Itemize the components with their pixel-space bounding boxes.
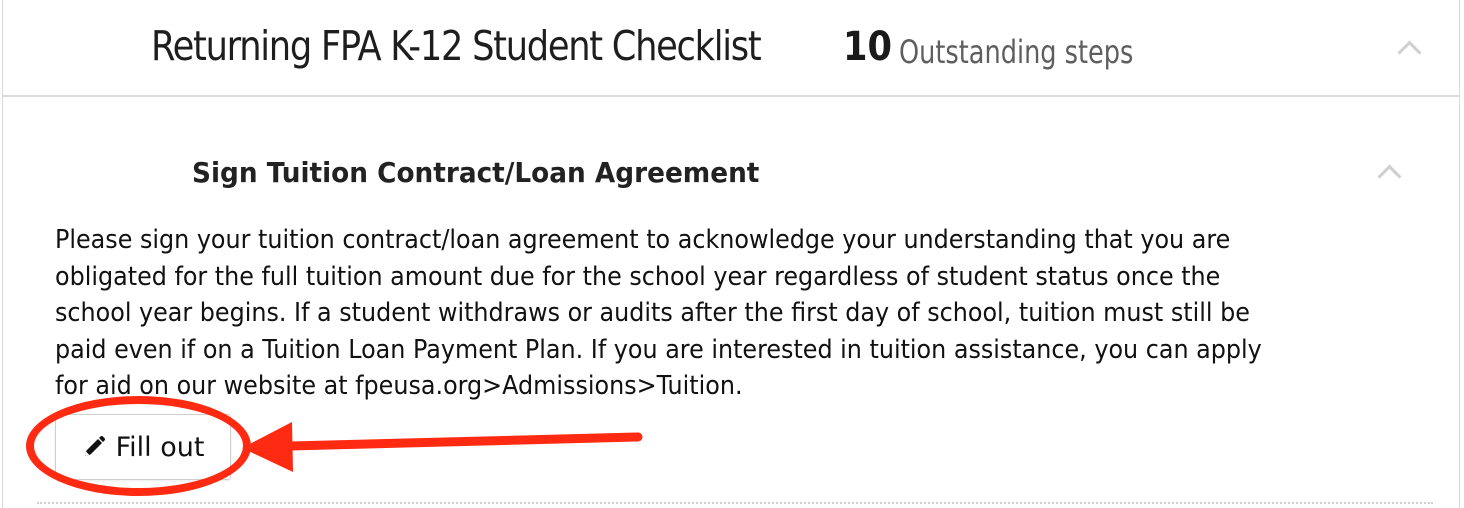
outstanding-label: Outstanding steps (899, 33, 1134, 71)
checklist-panel: Returning FPA K-12 Student Checklist 10 … (2, 0, 1460, 508)
pencil-icon (84, 435, 105, 456)
fill-out-button[interactable]: Fill out (55, 414, 231, 480)
step-description: Please sign your tuition contract/loan a… (55, 225, 1262, 401)
checklist-header[interactable]: Returning FPA K-12 Student Checklist 10 … (3, 0, 1459, 97)
chevron-up-icon[interactable] (1397, 40, 1422, 65)
section-divider (37, 502, 1433, 504)
chevron-up-icon[interactable] (1377, 164, 1402, 189)
fill-out-label: Fill out (115, 431, 205, 463)
checklist-title: Returning FPA K-12 Student Checklist (151, 22, 762, 70)
step-title: Sign Tuition Contract/Loan Agreement (192, 156, 760, 189)
outstanding-count: 10 (843, 24, 892, 70)
